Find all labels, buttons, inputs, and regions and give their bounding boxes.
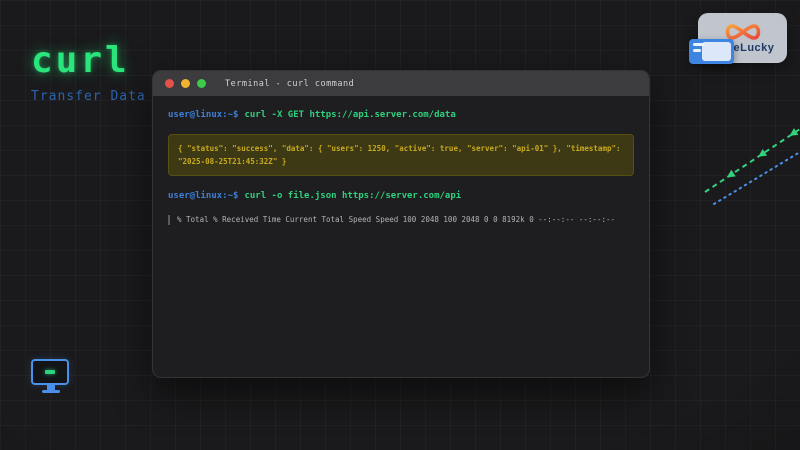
monitor-base	[42, 390, 60, 393]
curl-progress-output: % Total % Received Time Current Total Sp…	[168, 215, 634, 225]
monitor-screen	[31, 359, 69, 385]
curl-get-command: curl -X GET https://api.server.com/data	[244, 110, 455, 120]
shell-prompt: user@linux:~$	[168, 110, 238, 120]
data-flow-lines-decoration	[688, 112, 800, 212]
terminal-title: Terminal - curl command	[225, 79, 354, 89]
terminal-titlebar[interactable]: Terminal - curl command	[153, 71, 649, 96]
maximize-button[interactable]	[197, 79, 206, 88]
monitor-green-pixel	[45, 370, 55, 374]
command-line-2: user@linux:~$ curl -o file.json https://s…	[168, 190, 634, 202]
close-button[interactable]	[165, 79, 174, 88]
browser-window-icon	[689, 39, 734, 64]
page-background: curl Transfer Data from CodeLucky	[0, 0, 800, 450]
monitor-icon	[31, 359, 71, 393]
command-line-1: user@linux:~$ curl -X GET https://api.ser…	[168, 109, 634, 121]
json-response-output: { "status": "success", "data": { "users"…	[168, 134, 634, 176]
curl-output-command: curl -o file.json https://server.com/api	[244, 191, 461, 201]
browser-icon-panel	[702, 42, 731, 61]
shell-prompt: user@linux:~$	[168, 191, 238, 201]
terminal-body[interactable]: user@linux:~$ curl -X GET https://api.ser…	[153, 96, 649, 238]
browser-icon-dash	[693, 49, 701, 52]
terminal-window: Terminal - curl command user@linux:~$ cur…	[152, 70, 650, 378]
minimize-button[interactable]	[181, 79, 190, 88]
